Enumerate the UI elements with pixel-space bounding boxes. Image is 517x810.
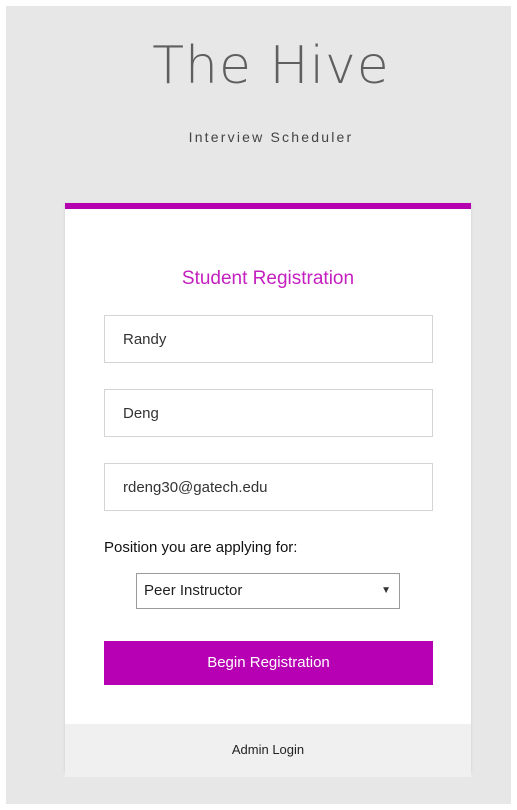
admin-login-link[interactable]: Admin Login bbox=[232, 742, 304, 758]
triangle-down-icon: ▼ bbox=[381, 585, 391, 596]
form-title: Student Registration bbox=[181, 268, 355, 289]
card-footer: Admin Login bbox=[65, 724, 471, 777]
app-title: The Hive bbox=[152, 36, 390, 96]
position-select-value: Peer Instructor bbox=[144, 582, 243, 599]
first-name-input[interactable] bbox=[104, 315, 433, 363]
begin-registration-button[interactable]: Begin Registration bbox=[104, 641, 433, 685]
app-subtitle: Interview Scheduler bbox=[188, 129, 354, 145]
position-label: Position you are applying for: bbox=[104, 539, 298, 556]
last-name-input[interactable] bbox=[104, 389, 433, 437]
page-background: The Hive Interview Scheduler Student Reg… bbox=[6, 6, 511, 804]
email-input[interactable] bbox=[104, 463, 433, 511]
registration-card: Student Registration Position you are ap… bbox=[65, 203, 471, 777]
position-select[interactable]: Peer Instructor ▼ bbox=[136, 573, 400, 609]
